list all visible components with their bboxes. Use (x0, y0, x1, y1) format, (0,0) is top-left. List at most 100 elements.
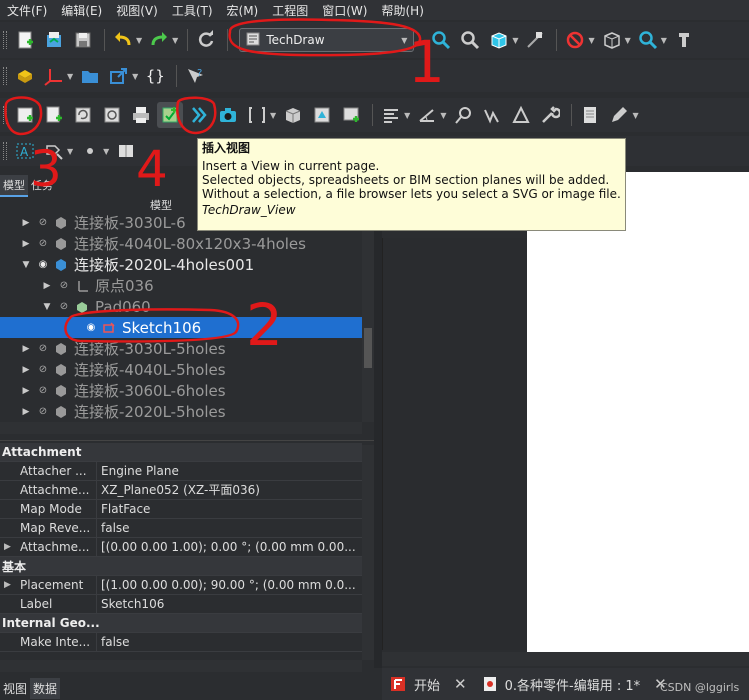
tab-start-page[interactable]: 开始 ✕ (382, 675, 475, 694)
dimension-diameter-icon[interactable] (479, 102, 505, 128)
tab-data[interactable]: 数据 (30, 677, 61, 699)
chevron-right-icon[interactable]: ▶ (20, 239, 32, 249)
dimension-radius-icon[interactable] (450, 102, 476, 128)
whats-this-icon[interactable]: ? (182, 63, 208, 89)
insert-page-template-icon[interactable] (41, 102, 67, 128)
chevron-right-icon[interactable]: ▶ (20, 344, 32, 354)
panel-splitter[interactable] (374, 172, 382, 668)
toggle-frames-icon[interactable] (99, 102, 125, 128)
chevron-right-icon[interactable]: ▶ (4, 580, 11, 590)
chevron-right-icon[interactable]: ▶ (20, 218, 32, 228)
toolbar-grip[interactable] (3, 31, 7, 49)
property-value[interactable]: FlatFace (97, 500, 362, 518)
coordinate-system-icon[interactable] (41, 63, 67, 89)
tree-item[interactable]: ▶ ⊘ 连接板-3030L-5holes (0, 338, 362, 359)
property-row[interactable]: Make Inte... false (0, 633, 362, 652)
property-value[interactable]: [(1.00 0.00 0.00); 90.00 °; (0.00 mm 0.0… (97, 576, 362, 594)
property-row[interactable]: Label Sketch106 (0, 595, 362, 614)
undo-dropdown-icon[interactable]: ▼ (136, 36, 142, 45)
part-icon[interactable] (12, 63, 38, 89)
measure-icon[interactable] (522, 27, 548, 53)
redraw-page-icon[interactable] (70, 102, 96, 128)
property-row[interactable]: Attachme... XZ_Plane052 (XZ-平面036) (0, 481, 362, 500)
insert-spreadsheet-view-icon[interactable] (338, 102, 364, 128)
chevron-down-icon[interactable]: ▼ (20, 260, 32, 270)
menu-view[interactable]: 视图(V) (109, 2, 165, 19)
eye-hidden-icon[interactable]: ⊘ (36, 406, 50, 417)
chevron-right-icon[interactable]: ▶ (20, 407, 32, 417)
refresh-icon[interactable] (193, 27, 219, 53)
cosmetic-vertex-icon[interactable] (77, 138, 103, 164)
close-icon[interactable]: ✕ (454, 675, 467, 693)
balloon-icon[interactable] (113, 138, 139, 164)
dimension-dropdown-icon[interactable]: ▼ (440, 111, 446, 120)
insert-view-icon[interactable] (157, 102, 183, 128)
property-value[interactable]: false (97, 633, 362, 651)
tree-item[interactable]: ▼ ◉ 连接板-2020L-4holes001 (0, 254, 362, 275)
dimension-angle-icon[interactable] (414, 102, 440, 128)
toolbar-grip[interactable] (3, 67, 7, 85)
property-value[interactable]: [(0.00 0.00 1.00); 0.00 °; (0.00 mm 0.00… (97, 538, 362, 556)
print-icon[interactable] (128, 102, 154, 128)
wrench-icon[interactable] (537, 102, 563, 128)
group-folder-icon[interactable] (77, 63, 103, 89)
property-row[interactable]: Attacher ... Engine Plane (0, 462, 362, 481)
insert-default-page-icon[interactable] (12, 102, 38, 128)
tab-tasks[interactable]: 任务 (28, 175, 56, 197)
menu-macro[interactable]: 宏(M) (220, 2, 266, 19)
property-value[interactable]: Sketch106 (97, 595, 362, 613)
chevron-right-icon[interactable]: ▶ (41, 281, 53, 291)
page-style-icon[interactable] (577, 102, 603, 128)
property-value[interactable]: XZ_Plane052 (XZ-平面036) (97, 481, 362, 499)
leader-dropdown-icon[interactable]: ▼ (67, 147, 73, 156)
eye-hidden-icon[interactable]: ⊘ (57, 280, 71, 291)
chevron-down-icon[interactable]: ▼ (41, 302, 53, 312)
insert-3d-view-icon[interactable] (280, 102, 306, 128)
menu-tools[interactable]: 工具(T) (165, 2, 220, 19)
tab-document[interactable]: 0.各种零件-编辑用 : 1* ✕ (475, 675, 675, 694)
chevron-right-icon[interactable]: ▶ (4, 542, 11, 552)
new-document-icon[interactable] (12, 27, 38, 53)
tab-model[interactable]: 模型 (0, 175, 28, 197)
tree-item[interactable]: ▶ ⊘ 连接板-4040L-80x120x3-4holes (0, 233, 362, 254)
cosmetic-vertex-dropdown-icon[interactable]: ▼ (103, 147, 109, 156)
coordinate-system-dropdown-icon[interactable]: ▼ (67, 72, 73, 81)
tree-scrollbar[interactable] (362, 210, 374, 422)
drawing-page[interactable] (527, 172, 749, 652)
eye-hidden-icon[interactable]: ⊘ (36, 238, 50, 249)
tree-scrollbar-thumb[interactable] (364, 328, 372, 368)
redo-dropdown-icon[interactable]: ▼ (172, 36, 178, 45)
std-views-dropdown-icon[interactable]: ▼ (625, 36, 631, 45)
toolbar-grip[interactable] (3, 106, 7, 124)
view-dropdown-icon[interactable]: ▼ (512, 36, 518, 45)
active-view-camera-icon[interactable] (215, 102, 241, 128)
menu-window[interactable]: 窗口(W) (315, 2, 374, 19)
zoom-icon[interactable] (635, 27, 661, 53)
menu-help[interactable]: 帮助(H) (374, 2, 430, 19)
eye-hidden-icon[interactable]: ⊘ (36, 385, 50, 396)
eye-icon[interactable]: ◉ (36, 259, 50, 270)
leader-line-icon[interactable] (41, 138, 67, 164)
open-document-icon[interactable] (41, 27, 67, 53)
tree-item[interactable]: ▼ ⊘ Pad060 (0, 296, 362, 317)
draw-style-dropdown-icon[interactable]: ▼ (588, 36, 594, 45)
tree-item[interactable]: ▶ ⊘ 原点036 (0, 275, 362, 296)
chevron-right-icon[interactable]: ▶ (20, 365, 32, 375)
section-view-dropdown-icon[interactable]: ▼ (270, 111, 276, 120)
zoom-fit-all-icon[interactable] (428, 27, 454, 53)
eye-hidden-icon[interactable]: ⊘ (57, 301, 71, 312)
menu-techdraw[interactable]: 工程图 (265, 2, 315, 19)
section-view-icon[interactable] (244, 102, 270, 128)
workbench-selector[interactable]: TechDraw ▼ (239, 28, 415, 52)
link-dropdown-icon[interactable]: ▼ (132, 72, 138, 81)
tree-item-selected[interactable]: ◉ Sketch106 (0, 317, 362, 338)
property-value[interactable]: Engine Plane (97, 462, 362, 480)
property-row[interactable]: Map Reve... false (0, 519, 362, 538)
part-design-icon[interactable] (671, 27, 697, 53)
pencil-icon[interactable] (606, 102, 632, 128)
property-row[interactable]: Map Mode FlatFace (0, 500, 362, 519)
property-scrollbar[interactable] (362, 445, 374, 660)
dimension-extent-icon[interactable] (508, 102, 534, 128)
eye-hidden-icon[interactable]: ⊘ (36, 343, 50, 354)
zoom-dropdown-icon[interactable]: ▼ (661, 36, 667, 45)
